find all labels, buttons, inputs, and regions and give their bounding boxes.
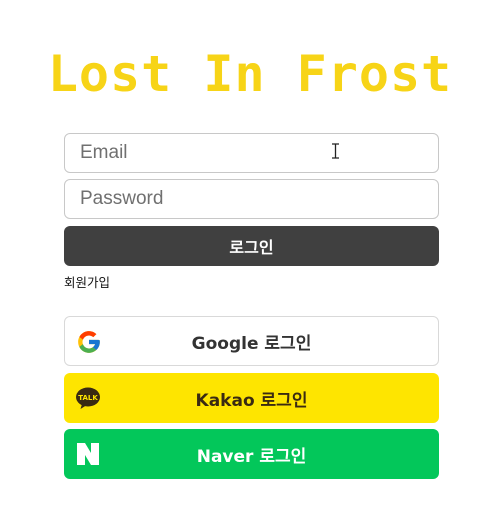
login-button-label: 로그인 [229,238,274,257]
login-button[interactable]: 로그인 [64,226,439,266]
password-input[interactable] [64,179,439,219]
email-input[interactable] [64,133,439,173]
kakao-login-label: Kakao 로그인 [195,390,308,411]
naver-login-button[interactable]: Naver 로그인 [64,429,439,479]
kakao-login-button[interactable]: TALK Kakao 로그인 [64,373,439,423]
text-cursor-icon [332,143,339,159]
kakao-talk-icon: TALK [75,385,101,411]
signup-link[interactable]: 회원가입 [64,272,110,291]
app-logo: Lost In Frost [47,45,453,103]
svg-text:TALK: TALK [78,394,98,402]
google-login-button[interactable]: Google 로그인 [64,316,439,366]
google-icon [76,329,102,355]
naver-icon [75,441,101,467]
google-login-label: Google 로그인 [191,333,312,354]
naver-login-label: Naver 로그인 [196,446,307,467]
